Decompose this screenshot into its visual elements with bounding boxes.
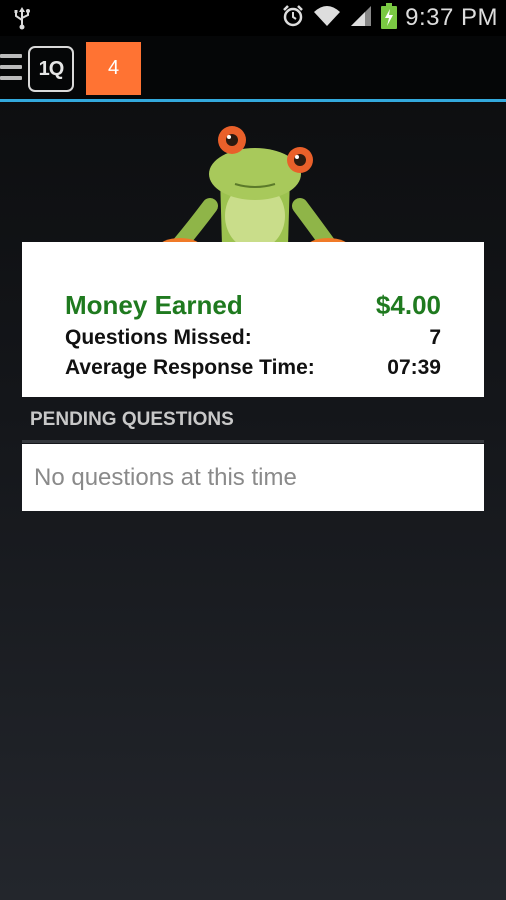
usb-icon (12, 6, 32, 35)
action-bar-divider (0, 99, 506, 102)
money-earned-row: Money Earned $4.00 (65, 290, 441, 321)
average-response-label: Average Response Time: (65, 356, 315, 379)
pending-questions-heading: PENDING QUESTIONS (30, 409, 234, 430)
questions-missed-value: 7 (429, 326, 441, 349)
app-logo[interactable]: 1Q (28, 46, 74, 92)
pending-divider (22, 440, 484, 443)
action-bar: 1Q 4 (0, 36, 506, 100)
money-earned-value: $4.00 (375, 290, 441, 320)
status-time: 9:37 PM (405, 4, 498, 31)
signal-icon (349, 4, 373, 33)
empty-state-text: No questions at this time (34, 463, 297, 491)
alarm-icon (281, 4, 305, 33)
questions-missed-label: Questions Missed: (65, 326, 252, 349)
average-response-row: Average Response Time: 07:39 (65, 356, 441, 380)
money-earned-label: Money Earned (65, 290, 243, 320)
wifi-icon (313, 4, 341, 33)
notification-count-badge[interactable]: 4 (86, 42, 141, 95)
battery-charging-icon (381, 2, 398, 34)
pending-questions-list: No questions at this time (22, 444, 484, 511)
average-response-value: 07:39 (387, 356, 441, 379)
menu-icon[interactable] (0, 54, 22, 84)
status-bar: 9:37 PM (0, 0, 506, 36)
questions-missed-row: Questions Missed: 7 (65, 326, 441, 350)
earnings-card: Money Earned $4.00 Questions Missed: 7 A… (22, 242, 484, 397)
